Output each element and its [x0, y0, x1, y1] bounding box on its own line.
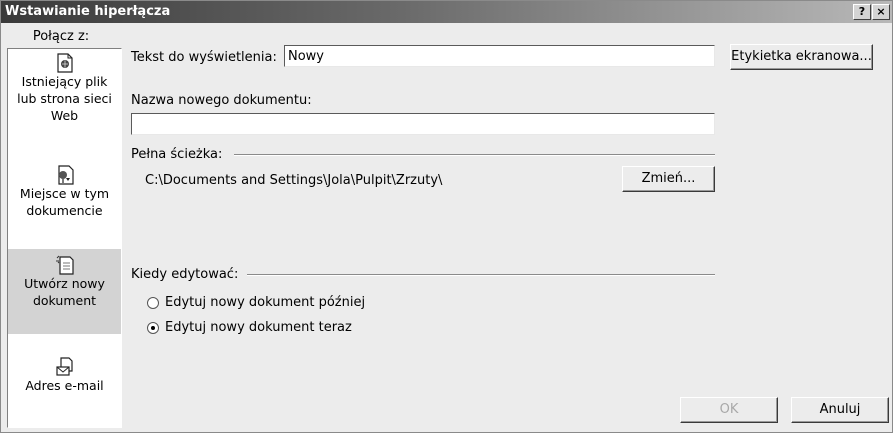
display-text-input[interactable]: [284, 45, 715, 67]
sidebar-item-create-new-document[interactable]: Utwórz nowy dokument: [8, 249, 121, 334]
radio-button[interactable]: [147, 297, 159, 309]
radio-label: Edytuj nowy dokument teraz: [165, 320, 352, 335]
full-path-separator: [234, 154, 715, 156]
place-in-document-icon: [57, 165, 74, 185]
insert-hyperlink-dialog: Wstawianie hiperłącza ? × Połącz z: Istn…: [0, 0, 893, 433]
display-text-label: Tekst do wyświetlenia:: [131, 50, 277, 65]
sidebar-item-label: Utwórz nowy: [24, 276, 105, 291]
sidebar-item-label: dokument: [32, 293, 97, 308]
close-button[interactable]: ×: [872, 4, 890, 20]
sidebar-item-place-in-document[interactable]: Miejsce w tym dokumencie: [8, 161, 121, 241]
radio-edit-later[interactable]: Edytuj nowy dokument później: [147, 295, 365, 310]
dialog-title: Wstawianie hiperłącza: [5, 4, 171, 19]
radio-label: Edytuj nowy dokument później: [165, 295, 366, 310]
screentip-button[interactable]: Etykietka ekranowa...: [730, 44, 873, 70]
radio-edit-now[interactable]: Edytuj nowy dokument teraz: [147, 320, 352, 335]
ok-button[interactable]: OK: [680, 397, 778, 423]
change-path-button[interactable]: Zmień...: [622, 166, 715, 192]
sidebar-item-label: Istniejący plik: [21, 74, 108, 89]
title-bar[interactable]: Wstawianie hiperłącza ? ×: [1, 1, 892, 23]
cancel-button[interactable]: Anuluj: [791, 397, 889, 423]
new-document-icon: [55, 255, 74, 275]
sidebar-item-existing-file[interactable]: Istniejący plik lub strona sieci Web: [8, 49, 121, 149]
new-document-name-input[interactable]: [131, 113, 715, 135]
radio-button-selected[interactable]: [147, 322, 159, 334]
full-path-value: C:\Documents and Settings\Jola\Pulpit\Zr…: [145, 173, 443, 188]
full-path-label: Pełna ścieżka:: [131, 147, 223, 162]
web-page-icon: [56, 53, 73, 73]
edit-when-label: Kiedy edytować:: [131, 267, 239, 282]
new-document-name-label: Nazwa nowego dokumentu:: [131, 93, 312, 108]
email-address-icon: [55, 357, 73, 376]
sidebar-item-label: dokumencie: [26, 203, 103, 218]
sidebar-item-label: Adres e-mail: [25, 378, 104, 393]
link-to-label: Połącz z:: [32, 29, 90, 44]
sidebar-item-label: Web: [50, 108, 79, 123]
help-button[interactable]: ?: [853, 4, 871, 20]
sidebar-item-label: lub strona sieci: [17, 91, 112, 106]
link-to-sidebar: Istniejący plik lub strona sieci Web Mie…: [7, 48, 122, 428]
sidebar-item-email-address[interactable]: Adres e-mail: [8, 349, 121, 409]
sidebar-item-label: Miejsce w tym: [19, 186, 110, 201]
edit-when-separator: [247, 274, 715, 276]
